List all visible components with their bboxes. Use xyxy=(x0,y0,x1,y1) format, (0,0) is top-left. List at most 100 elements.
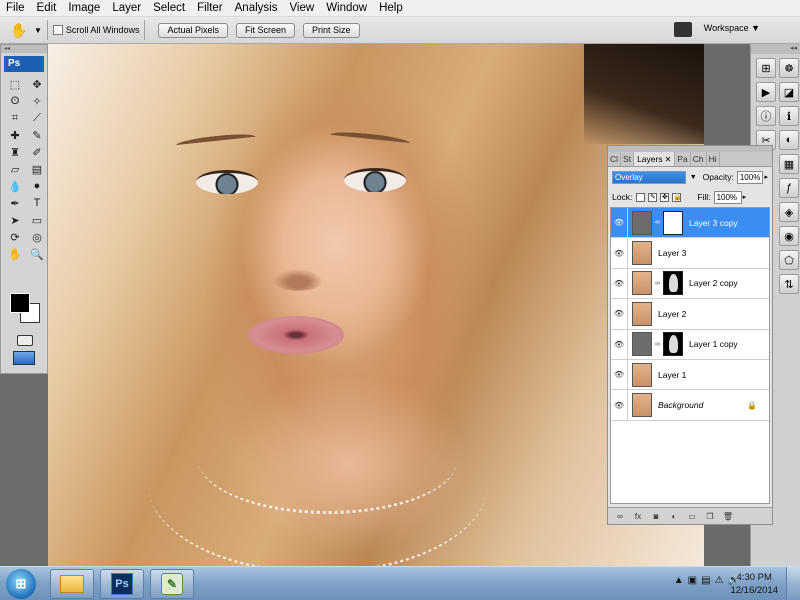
opacity-input[interactable]: 100% xyxy=(736,170,764,184)
taskbar-explorer[interactable] xyxy=(50,568,94,599)
fill-slider-icon[interactable]: ▸ xyxy=(743,193,747,201)
opacity-slider-icon[interactable]: ▸ xyxy=(764,173,768,181)
menu-layer[interactable]: Layer xyxy=(106,0,147,17)
paths-icon[interactable]: ⬠ xyxy=(779,250,799,270)
layer-row[interactable]: 👁 Background 🔒 xyxy=(611,390,769,421)
workspace-menu[interactable]: Workspace ▼ xyxy=(704,23,760,33)
fit-screen-button[interactable]: Fit Screen xyxy=(235,22,295,38)
start-button[interactable]: ⊞ xyxy=(6,568,36,599)
trash-icon[interactable]: 🗑 xyxy=(722,512,734,521)
channels-icon[interactable]: ◉ xyxy=(779,226,799,246)
brush-tool-icon[interactable]: ✎ xyxy=(27,127,47,143)
tab-history[interactable]: Hi xyxy=(707,152,720,166)
layer-row[interactable]: 👁 ∞ Layer 3 copy xyxy=(611,208,769,239)
hand-tool-icon[interactable]: ✋ xyxy=(6,20,32,40)
mask-link-icon[interactable]: ∞ xyxy=(655,341,661,348)
zoom-tool-icon[interactable]: 🔍 xyxy=(27,246,47,262)
path-selection-tool-icon[interactable]: ➤ xyxy=(5,212,25,228)
styles-icon[interactable]: ƒ xyxy=(779,178,799,198)
info-panel-icon[interactable]: ℹ xyxy=(779,106,799,126)
dock-header[interactable]: ◂◂ xyxy=(751,44,800,54)
show-desktop-button[interactable] xyxy=(786,567,800,600)
scroll-all-windows-checkbox[interactable] xyxy=(52,25,63,35)
swatches-icon[interactable]: ▦ xyxy=(779,154,799,174)
visibility-eye-icon[interactable]: 👁 xyxy=(611,359,628,390)
quick-mask-icon[interactable] xyxy=(17,335,33,346)
visibility-eye-icon[interactable]: 👁 xyxy=(611,208,628,238)
print-size-button[interactable]: Print Size xyxy=(303,22,360,38)
layer-mask-thumbnail[interactable] xyxy=(663,271,683,296)
menu-help[interactable]: Help xyxy=(373,0,409,17)
visibility-eye-icon[interactable]: 👁 xyxy=(611,268,628,299)
layer-mask-thumbnail[interactable] xyxy=(663,210,683,235)
mask-link-icon[interactable]: ∞ xyxy=(655,280,661,287)
tool-preset-dropdown-icon[interactable]: ▼ xyxy=(34,26,42,35)
fill-input[interactable]: 100% xyxy=(713,190,742,204)
tab-paths[interactable]: Pa xyxy=(675,152,691,166)
lasso-tool-icon[interactable]: ʘ xyxy=(5,93,25,109)
menu-view[interactable]: View xyxy=(283,0,320,17)
navigator-icon[interactable]: ⊞ xyxy=(756,58,776,78)
close-icon[interactable]: ✕ xyxy=(665,155,672,164)
blur-tool-icon[interactable]: 💧 xyxy=(5,178,25,194)
taskbar-app[interactable]: ✎ xyxy=(150,568,194,599)
menu-analysis[interactable]: Analysis xyxy=(229,0,284,17)
clock[interactable]: 4:30 PM 12/16/2014 xyxy=(730,571,778,597)
pen-tool-icon[interactable]: ✒ xyxy=(5,195,25,211)
3d-rotate-tool-icon[interactable]: ⟳ xyxy=(5,229,25,245)
move-tool-icon[interactable]: ✥ xyxy=(27,76,47,92)
lock-position-icon[interactable]: ✥ xyxy=(660,192,670,202)
menu-file[interactable]: File xyxy=(0,0,31,17)
security-icon[interactable]: ⚠ xyxy=(715,575,724,586)
clone-source-icon[interactable]: ⇅ xyxy=(779,274,799,294)
adjustment-icon[interactable]: ◐ xyxy=(668,512,680,521)
menu-window[interactable]: Window xyxy=(320,0,373,17)
history-icon[interactable]: ☸ xyxy=(779,58,799,78)
show-hidden-icons-icon[interactable]: ▲ xyxy=(674,575,684,586)
mask-icon[interactable]: ◙ xyxy=(650,512,662,521)
visibility-eye-icon[interactable]: 👁 xyxy=(611,299,628,329)
eraser-tool-icon[interactable]: ▱ xyxy=(5,161,25,177)
tab-clone-source[interactable]: Cl xyxy=(608,152,622,166)
tools-panel-header[interactable]: ◂◂ xyxy=(1,45,47,53)
shape-tool-icon[interactable]: ▭ xyxy=(27,212,47,228)
gradient-tool-icon[interactable]: ▤ xyxy=(27,161,47,177)
layer-row[interactable]: 👁 Layer 3 xyxy=(611,238,769,269)
3d-orbit-tool-icon[interactable]: ◎ xyxy=(27,229,47,245)
actions-icon[interactable]: ▶ xyxy=(756,82,776,102)
color-icon[interactable]: ◐ xyxy=(779,130,799,150)
menu-image[interactable]: Image xyxy=(62,0,106,17)
magic-wand-tool-icon[interactable]: ✧ xyxy=(27,93,47,109)
document-canvas[interactable] xyxy=(48,44,704,566)
info-icon[interactable]: ⓘ xyxy=(756,106,776,126)
lock-transparency-icon[interactable] xyxy=(636,192,646,202)
chevron-down-icon[interactable]: ▼ xyxy=(690,174,697,181)
link-icon[interactable]: ∞ xyxy=(614,512,626,521)
layer-row[interactable]: 👁 ∞ Layer 1 copy xyxy=(611,329,769,360)
tray-app-icon[interactable]: ▣ xyxy=(688,575,697,586)
actual-pixels-button[interactable]: Actual Pixels xyxy=(158,22,228,38)
taskbar-photoshop[interactable]: Ps xyxy=(100,568,144,599)
healing-brush-tool-icon[interactable]: ✚ xyxy=(5,127,25,143)
hand-tool-icon[interactable]: ✋ xyxy=(5,246,25,262)
adjustments-icon[interactable]: ◪ xyxy=(779,82,799,102)
visibility-eye-icon[interactable]: 👁 xyxy=(611,238,628,268)
menu-select[interactable]: Select xyxy=(147,0,191,17)
tab-channels[interactable]: Ch xyxy=(691,152,707,166)
menu-edit[interactable]: Edit xyxy=(31,0,63,17)
crop-tool-icon[interactable]: ⌗ xyxy=(5,110,25,126)
mask-link-icon[interactable]: ∞ xyxy=(655,219,661,226)
tab-styles[interactable]: St xyxy=(621,152,635,166)
layer-row[interactable]: 👁 ∞ Layer 2 copy xyxy=(611,268,769,300)
blend-mode-select[interactable]: Overlay xyxy=(612,170,686,184)
new-layer-icon[interactable]: ❐ xyxy=(704,512,716,521)
screen-mode-icon[interactable] xyxy=(13,351,35,365)
workspace-switcher-icon[interactable] xyxy=(674,22,692,37)
history-brush-tool-icon[interactable]: ✐ xyxy=(27,144,47,160)
clone-stamp-tool-icon[interactable]: ♜ xyxy=(5,144,25,160)
menu-filter[interactable]: Filter xyxy=(191,0,229,17)
layer-mask-thumbnail[interactable] xyxy=(663,332,683,357)
layer-row[interactable]: 👁 Layer 2 xyxy=(611,299,769,330)
layer-row[interactable]: 👁 Layer 1 xyxy=(611,359,769,391)
lock-all-icon[interactable]: 🔒 xyxy=(672,192,682,202)
